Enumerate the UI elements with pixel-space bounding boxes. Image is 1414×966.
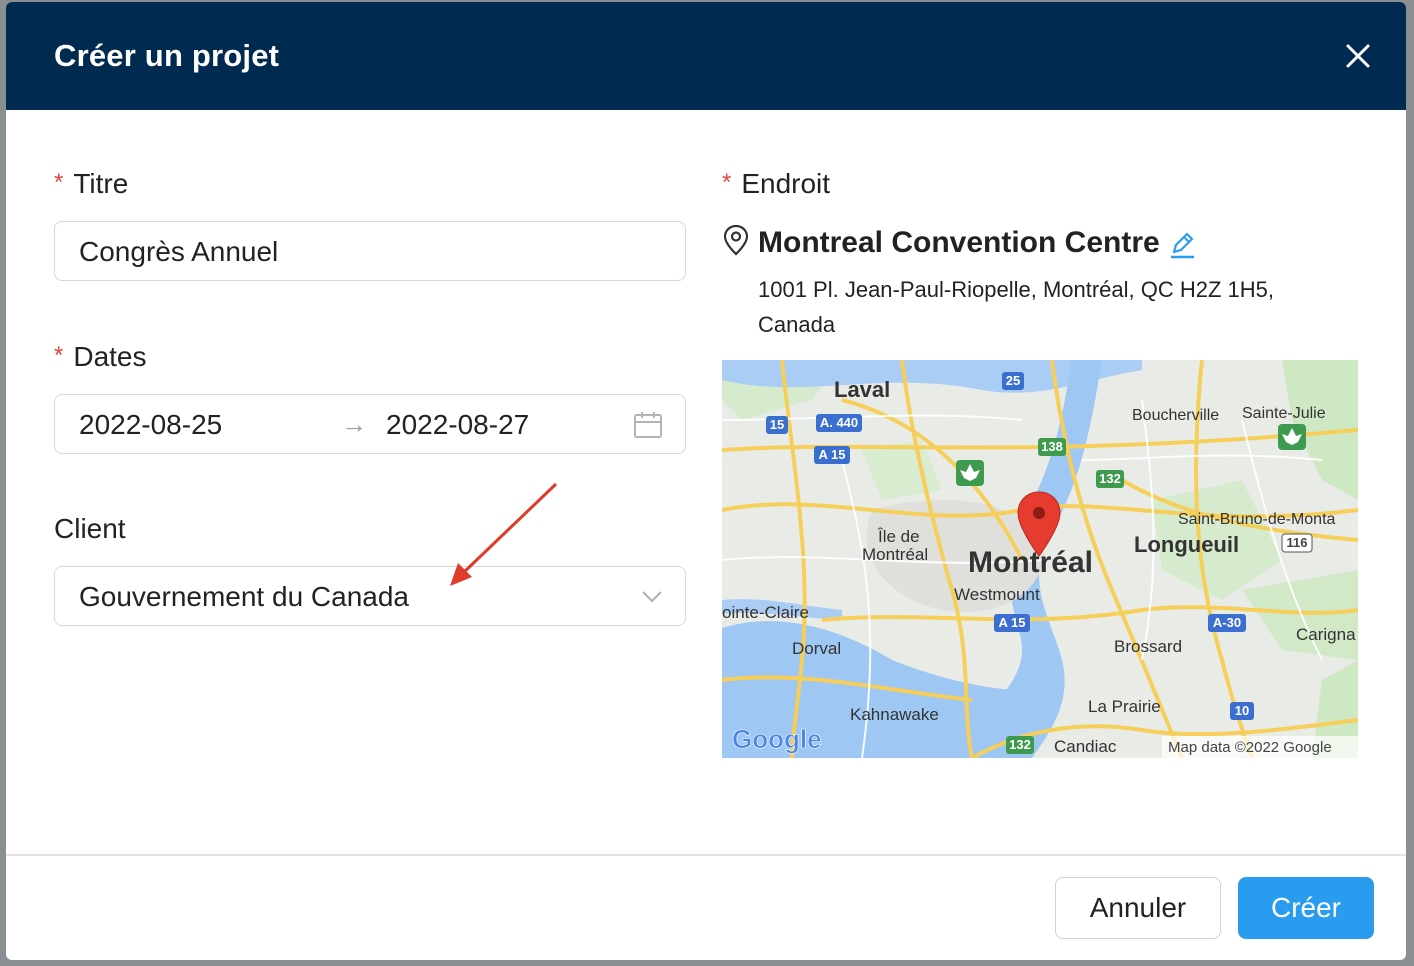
annotation-arrow-icon: [450, 482, 558, 586]
